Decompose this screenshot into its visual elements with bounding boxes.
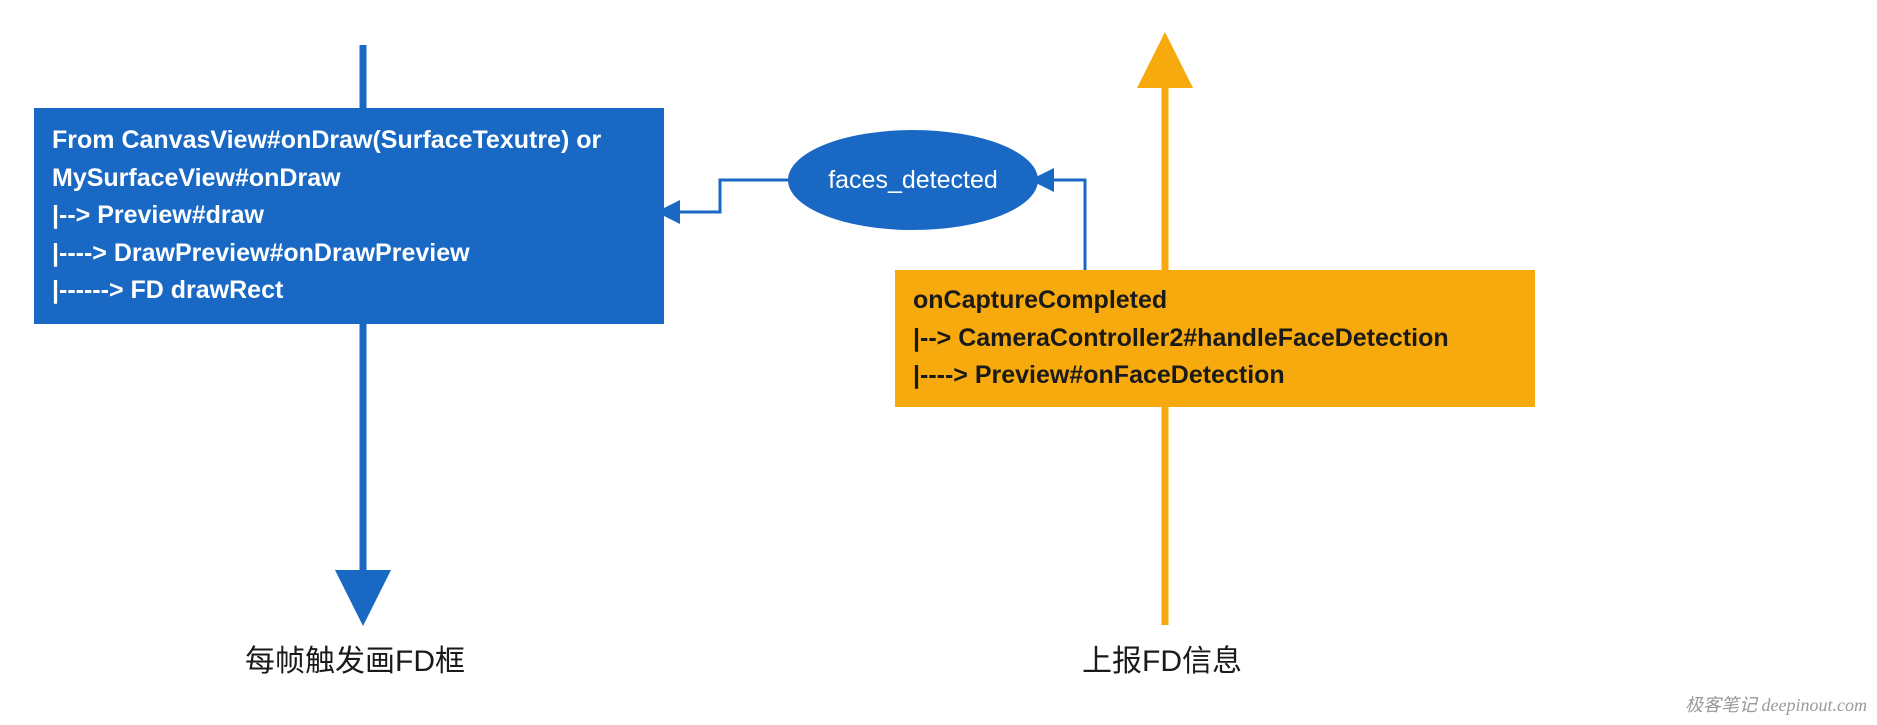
connector-ellipse-to-bluebox xyxy=(668,180,788,212)
yellow-box-line: |----> Preview#onFaceDetection xyxy=(913,357,1517,395)
ellipse-label: faces_detected xyxy=(828,166,998,195)
faces-detected-ellipse: faces_detected xyxy=(788,130,1038,230)
blue-process-box: From CanvasView#onDraw(SurfaceTexutre) o… xyxy=(34,108,664,324)
blue-box-line: MySurfaceView#onDraw xyxy=(52,160,646,198)
caption-right: 上报FD信息 xyxy=(1082,636,1242,680)
blue-box-line: |--> Preview#draw xyxy=(52,197,646,235)
blue-box-line: From CanvasView#onDraw(SurfaceTexutre) o… xyxy=(52,122,646,160)
blue-box-line: |------> FD drawRect xyxy=(52,272,646,310)
connector-yellow-to-ellipse xyxy=(1042,180,1085,270)
watermark: 极客笔记 deepinout.com xyxy=(1685,691,1867,717)
yellow-process-box: onCaptureCompleted |--> CameraController… xyxy=(895,270,1535,407)
caption-left: 每帧触发画FD框 xyxy=(245,636,465,680)
yellow-box-line: onCaptureCompleted xyxy=(913,282,1517,320)
blue-box-line: |----> DrawPreview#onDrawPreview xyxy=(52,235,646,273)
yellow-box-line: |--> CameraController2#handleFaceDetecti… xyxy=(913,320,1517,358)
